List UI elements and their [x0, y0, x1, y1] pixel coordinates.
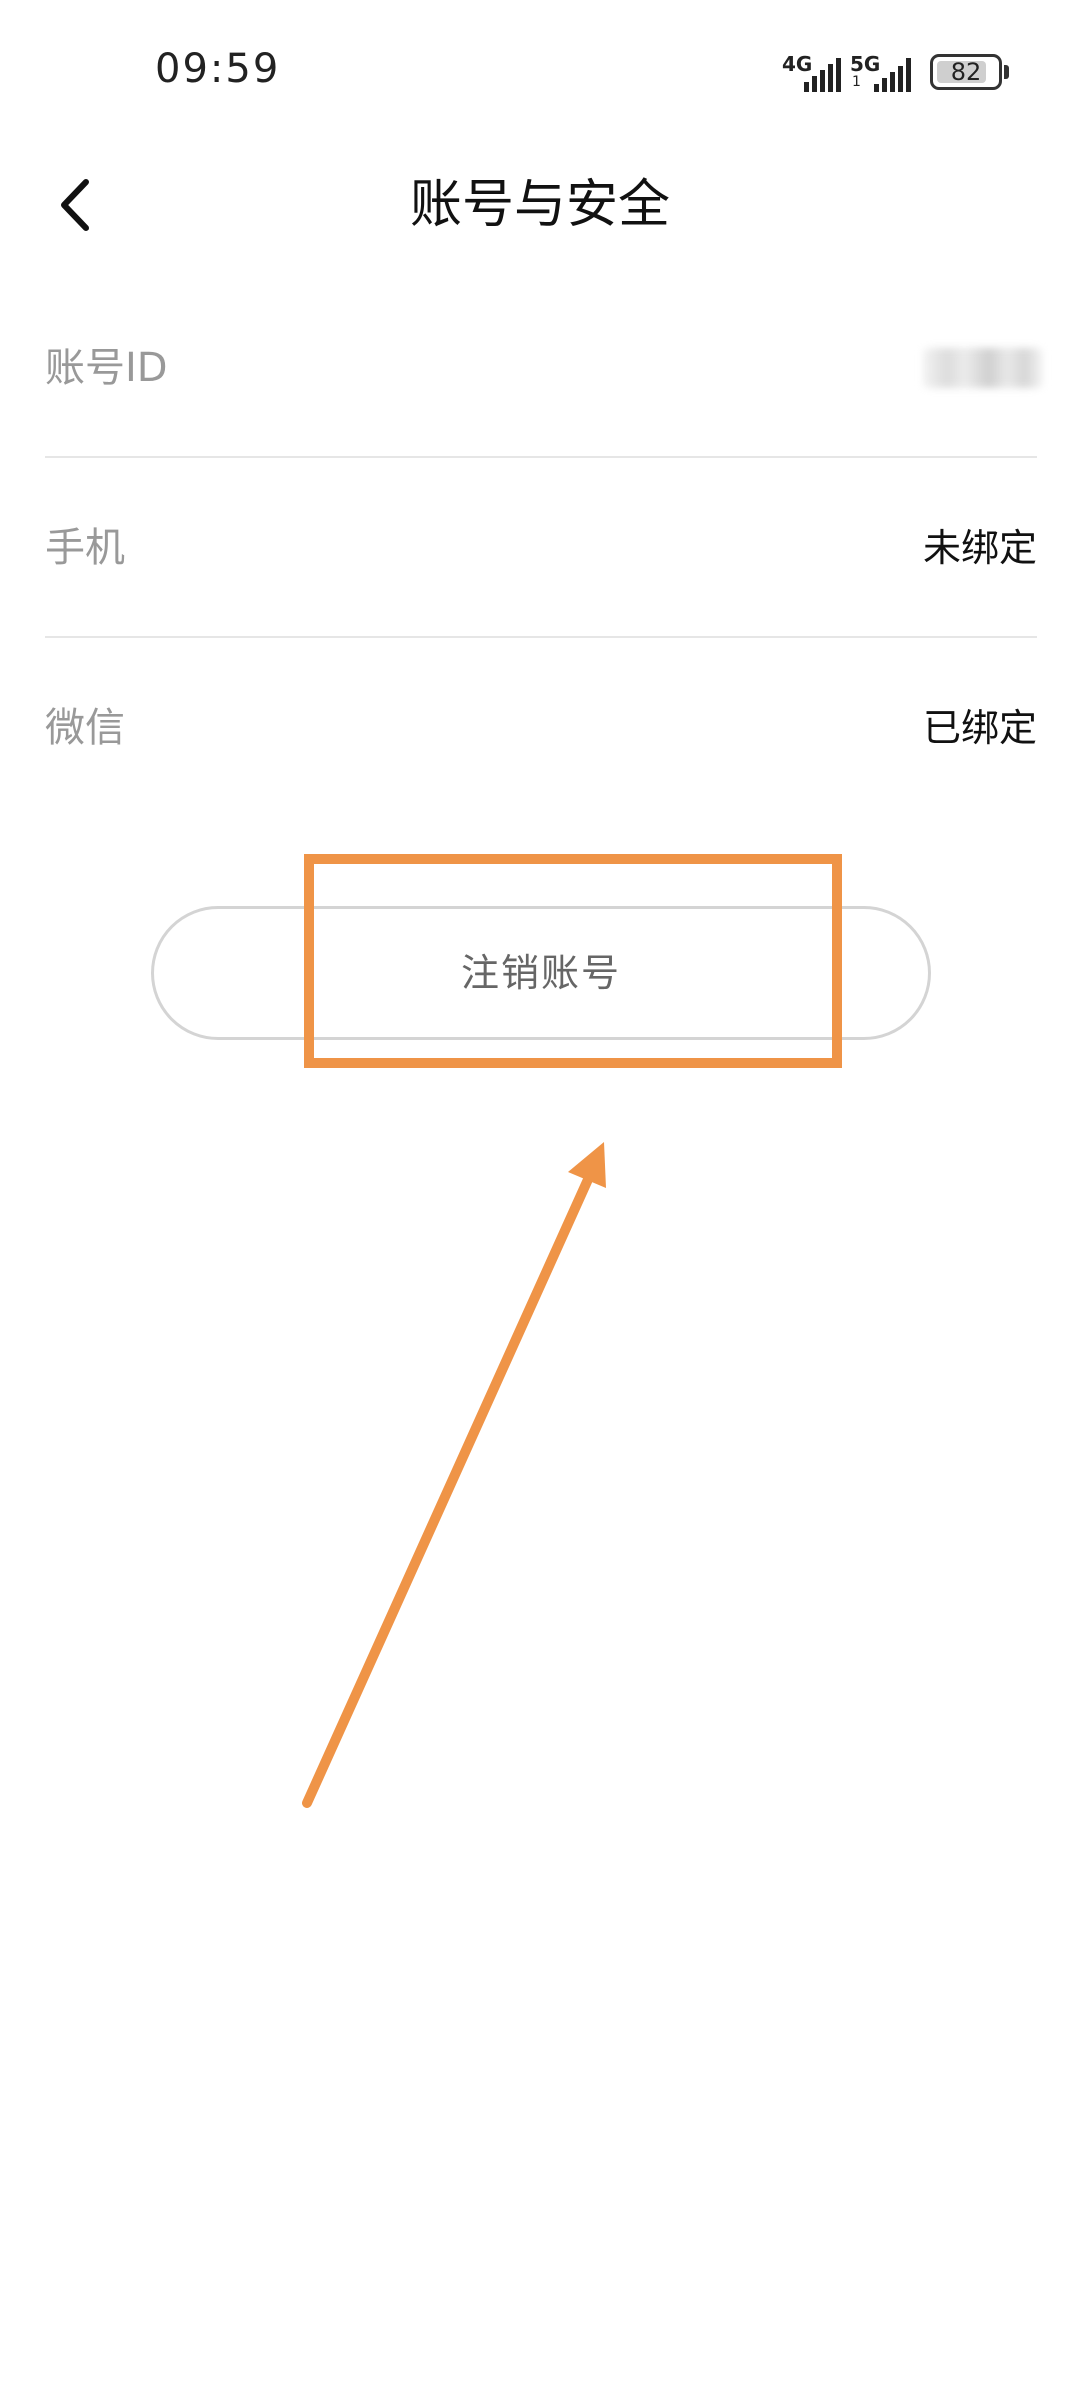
- row-wechat-value: 已绑定: [922, 706, 1037, 750]
- deregister-account-button[interactable]: 注销账号: [151, 906, 931, 1040]
- signal-5g: 5G 1: [850, 52, 920, 92]
- row-account-id[interactable]: 账号ID: [45, 278, 1043, 458]
- signal-bars-icon: [874, 58, 911, 92]
- row-wechat[interactable]: 微信 已绑定: [45, 638, 1037, 818]
- page-title: 账号与安全: [409, 175, 670, 235]
- chevron-left-icon: [61, 179, 89, 231]
- row-phone-value: 未绑定: [922, 526, 1037, 570]
- signal-5g-sim-label: 1: [852, 74, 861, 90]
- status-time: 09:59: [155, 46, 281, 92]
- row-account-id-label: 账号ID: [45, 345, 168, 391]
- account-id-value-blurred: [923, 348, 1043, 388]
- back-button[interactable]: [40, 160, 130, 250]
- battery-icon: 82: [930, 54, 1002, 90]
- row-phone-label: 手机: [45, 525, 125, 571]
- row-wechat-label: 微信: [45, 705, 125, 751]
- header: 账号与安全: [0, 140, 1080, 270]
- status-bar: 09:59 4G 5G 1 82: [0, 0, 1080, 140]
- battery-level: 82: [950, 58, 982, 86]
- signal-bars-icon: [804, 58, 841, 92]
- account-security-screen: 09:59 4G 5G 1 82 账号与安全 账号ID 手机 未绑定 微信 已绑…: [0, 0, 1080, 2400]
- signal-4g: 4G: [782, 52, 842, 92]
- deregister-account-label: 注销账号: [460, 951, 621, 995]
- row-phone[interactable]: 手机 未绑定: [45, 458, 1037, 638]
- battery-cap: [1004, 65, 1009, 79]
